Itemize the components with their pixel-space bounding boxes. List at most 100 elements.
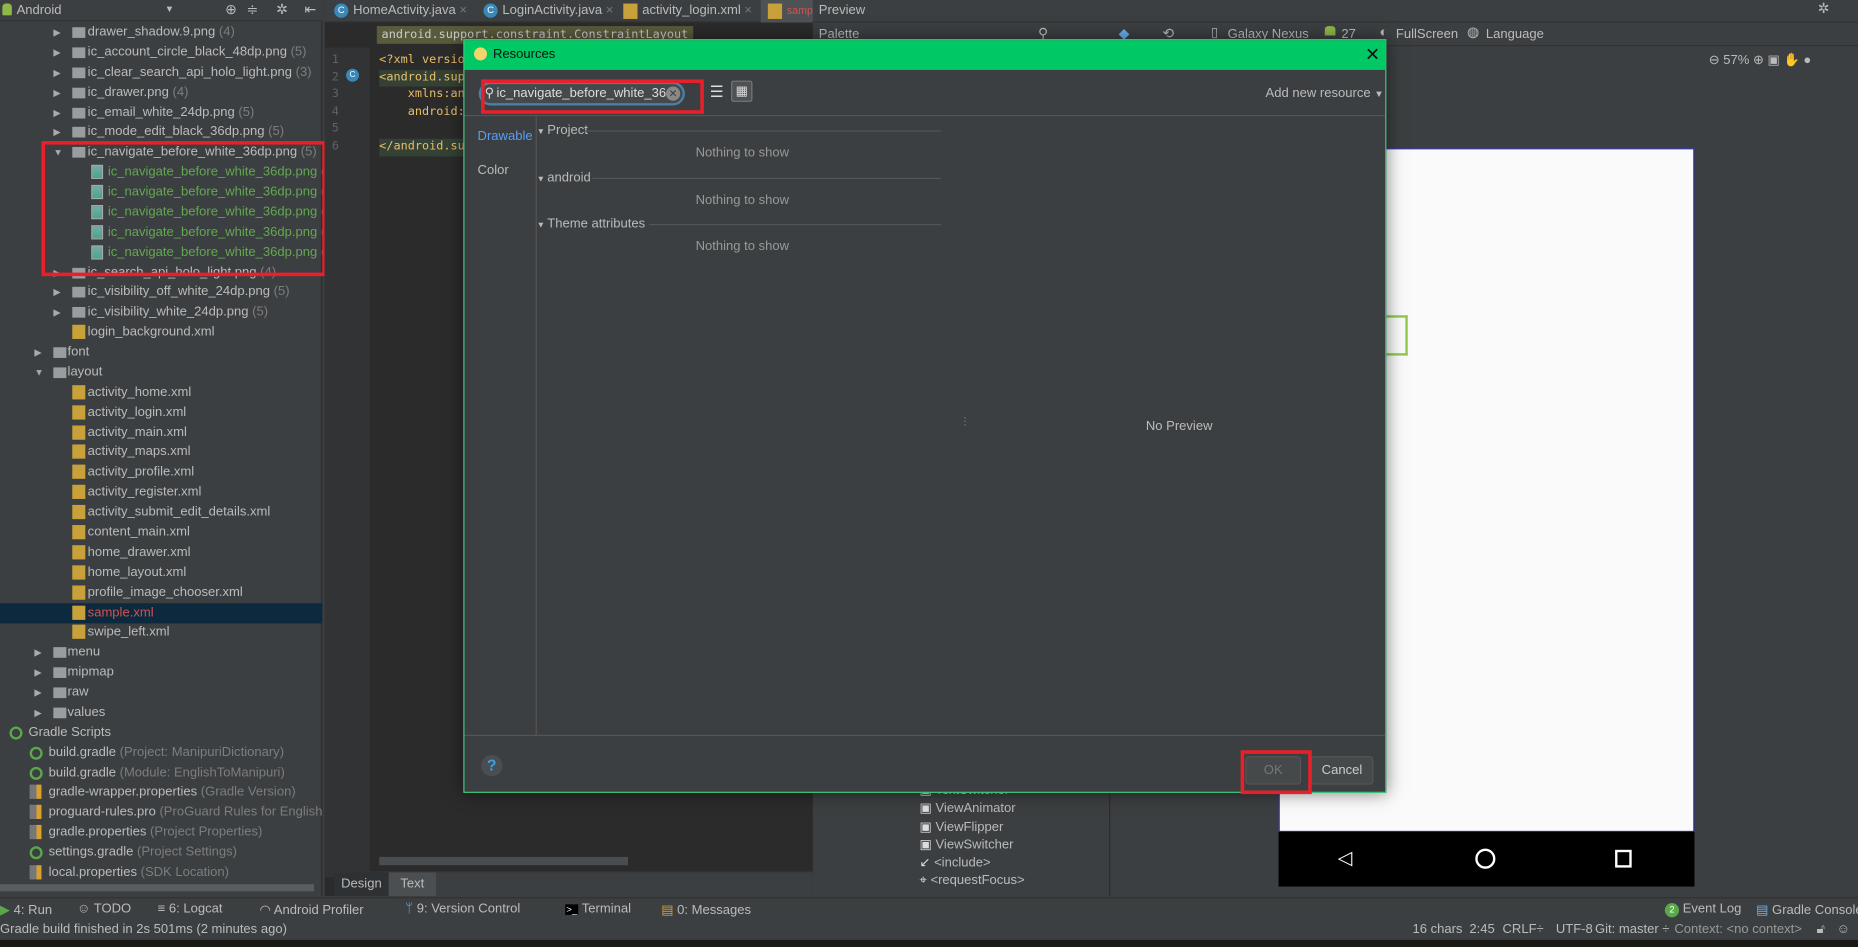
add-new-resource-button[interactable]: Add new resource ▼	[1266, 87, 1384, 101]
tree-item[interactable]: proguard-rules.pro (ProGuard Rules for E…	[0, 803, 322, 823]
tree-item[interactable]: activity_register.xml	[0, 483, 322, 503]
tree-item[interactable]: ▶ ic_clear_search_api_holo_light.png (3)	[0, 63, 322, 83]
collapse-all-icon[interactable]: ≑	[246, 1, 258, 18]
scroll-from-source-icon[interactable]: ⊕	[225, 1, 237, 18]
messages-tool[interactable]: ▤ 0: Messages	[661, 902, 751, 917]
collapsed-arrow-icon[interactable]: ▶	[53, 283, 60, 303]
warning-icon[interactable]: ●	[1803, 53, 1811, 67]
palette-item[interactable]: ⌖ <requestFocus>	[920, 873, 1025, 888]
collapsed-arrow-icon[interactable]: ▶	[34, 643, 41, 663]
lock-icon[interactable]: 🔓︎	[1817, 922, 1825, 937]
tree-item[interactable]: activity_profile.xml	[0, 463, 322, 483]
close-icon[interactable]: ×	[606, 4, 614, 18]
collapsed-arrow-icon[interactable]: ▶	[34, 343, 41, 363]
expanded-arrow-icon[interactable]: ▼	[34, 363, 43, 383]
tree-item[interactable]: home_drawer.xml	[0, 543, 322, 563]
expanded-arrow-icon[interactable]: ▼	[537, 222, 548, 230]
gear-icon[interactable]: ✲	[276, 1, 288, 18]
code-area[interactable]: <?xml versio <android.sup xmlns:an androi…	[379, 52, 465, 156]
editor-scrollbar[interactable]	[379, 856, 629, 866]
terminal-tool[interactable]: >_ Terminal	[565, 902, 631, 916]
tree-item[interactable]: home_layout.xml	[0, 563, 322, 583]
palette-item[interactable]: ↙ <include>	[920, 855, 991, 870]
context[interactable]: Context: <no context>	[1674, 922, 1802, 936]
code-line[interactable]	[379, 121, 465, 138]
expanded-arrow-icon[interactable]: ▼	[537, 128, 548, 136]
selected-view-outline[interactable]	[1384, 315, 1408, 356]
code-line[interactable]: <?xml versio	[379, 52, 465, 69]
code-line[interactable]: <android.sup	[379, 69, 465, 87]
tree-item[interactable]: profile_image_chooser.xml	[0, 583, 322, 603]
tree-item[interactable]: ▶ ic_visibility_off_white_24dp.png (5)	[0, 283, 322, 303]
tree-item[interactable]: settings.gradle (Project Settings)	[0, 843, 322, 863]
section-header[interactable]: ▼ Project	[537, 123, 588, 137]
status-message[interactable]: Gradle build finished in 2s 501ms (2 min…	[0, 922, 287, 936]
tab-sample[interactable]: sample.xml	[760, 0, 813, 23]
pan-hand-icon[interactable]: ✋	[1783, 53, 1799, 67]
tree-item[interactable]: Gradle Scripts	[0, 723, 322, 743]
section-header[interactable]: ▼ Theme attributes	[537, 217, 645, 231]
horizontal-scrollbar[interactable]	[0, 884, 315, 892]
collapsed-arrow-icon[interactable]: ▶	[53, 43, 60, 63]
tree-item[interactable]: build.gradle (Project: ManipuriDictionar…	[0, 743, 322, 763]
tree-item[interactable]: login_background.xml	[0, 323, 322, 343]
inspector-icon[interactable]: ☺	[1837, 922, 1850, 936]
collapsed-arrow-icon[interactable]: ▶	[53, 303, 60, 323]
fit-screen-icon[interactable]: ▣	[1768, 53, 1780, 67]
tab-home-activity[interactable]: C HomeActivity.java ×	[327, 0, 467, 23]
profiler-tool[interactable]: ◠ Android Profiler	[260, 902, 364, 917]
splitter-handle[interactable]: ⋮	[960, 415, 971, 428]
palette-item[interactable]: ▣ ViewAnimator	[920, 800, 1016, 816]
grid-view-icon[interactable]: ▦	[731, 80, 753, 102]
git-branch[interactable]: Git: master ÷	[1595, 922, 1670, 936]
tree-item[interactable]: local.properties (SDK Location)	[0, 863, 322, 883]
help-icon[interactable]: ?	[481, 754, 503, 777]
close-icon[interactable]: ×	[744, 4, 752, 18]
collapsed-arrow-icon[interactable]: ▶	[53, 123, 60, 143]
caret-position[interactable]: 2:45	[1469, 922, 1494, 936]
list-view-icon[interactable]: ☰	[710, 83, 724, 102]
tab-login-activity[interactable]: C LoginActivity.java ×	[476, 0, 613, 23]
code-line[interactable]: android:	[379, 104, 465, 121]
todo-tool[interactable]: ☺ TODO	[77, 902, 131, 916]
gear-icon[interactable]: ✲	[1818, 0, 1830, 17]
collapsed-arrow-icon[interactable]: ▶	[53, 63, 60, 83]
tree-item[interactable]: ▶ drawer_shadow.9.png (4)	[0, 23, 322, 43]
tree-item[interactable]: ▶ ic_mode_edit_black_36dp.png (5)	[0, 123, 322, 143]
tree-item[interactable]: gradle.properties (Project Properties)	[0, 823, 322, 843]
chevron-down-icon[interactable]: ▼	[165, 4, 174, 15]
collapsed-arrow-icon[interactable]: ▶	[34, 683, 41, 703]
collapsed-arrow-icon[interactable]: ▶	[53, 23, 60, 43]
tree-item[interactable]: ▶ font	[0, 343, 322, 363]
close-icon[interactable]: ×	[459, 4, 467, 18]
collapsed-arrow-icon[interactable]: ▶	[53, 103, 60, 123]
gradle-console-tool[interactable]: ▤ Gradle Console	[1756, 902, 1858, 917]
collapsed-arrow-icon[interactable]: ▶	[34, 663, 41, 683]
event-log-tool[interactable]: 2 Event Log	[1664, 902, 1741, 918]
tree-item[interactable]: build.gradle (Module: EnglishToManipuri)	[0, 763, 322, 783]
view-selector[interactable]: Android	[17, 4, 62, 18]
tree-item[interactable]: ▶ raw	[0, 683, 322, 703]
zoom-out-icon[interactable]: ⊖	[1709, 53, 1720, 67]
expanded-arrow-icon[interactable]: ▼	[537, 175, 548, 183]
section-header[interactable]: ▼ android	[537, 170, 591, 184]
tree-item[interactable]: ▶ menu	[0, 643, 322, 663]
tree-item[interactable]: ▶ ic_drawer.png (4)	[0, 83, 322, 103]
tree-item[interactable]: gradle-wrapper.properties (Gradle Versio…	[0, 783, 322, 803]
collapsed-arrow-icon[interactable]: ▶	[53, 83, 60, 103]
tree-item[interactable]: activity_main.xml	[0, 423, 322, 443]
encoding[interactable]: UTF-8	[1556, 922, 1593, 936]
category-color[interactable]: Color	[478, 164, 509, 178]
run-tool[interactable]: ▶ 4: Run	[0, 902, 52, 917]
tree-item[interactable]: sample.xml	[0, 602, 323, 623]
code-line[interactable]: xmlns:an	[379, 87, 465, 104]
hide-panel-icon[interactable]: ⇤	[305, 1, 317, 18]
line-separator[interactable]: CRLF÷	[1503, 922, 1544, 936]
category-drawable[interactable]: Drawable	[478, 129, 533, 143]
class-gutter-icon[interactable]: C	[346, 68, 360, 82]
tree-item[interactable]: ▶ ic_email_white_24dp.png (5)	[0, 103, 322, 123]
fullscreen-button[interactable]: FullScreen	[1396, 27, 1458, 41]
tab-design[interactable]: Design	[334, 872, 389, 897]
tree-item[interactable]: ▶ mipmap	[0, 663, 322, 683]
tree-item[interactable]: ▶ values	[0, 703, 322, 723]
